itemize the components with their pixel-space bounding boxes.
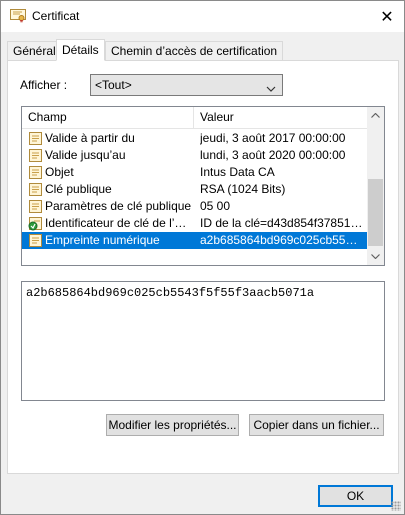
certificate-field-icon [28,199,43,214]
row-field: Empreinte numérique [45,233,160,247]
list-row[interactable]: Valide à partir du jeudi, 3 août 2017 00… [22,130,367,147]
close-button[interactable]: ✕ [370,1,404,32]
list-scrollbar[interactable] [367,107,384,265]
list-row-selected[interactable]: Empreinte numérique a2b685864bd969c025cb… [22,232,367,249]
row-value: lundi, 3 août 2020 00:00:00 [200,148,346,162]
tab-general[interactable]: Général [7,41,62,61]
show-dropdown-value: <Tout> [95,78,132,92]
certificate-icon [10,9,26,23]
list-header: Champ Valeur [22,107,367,129]
row-value: ID de la clé=d43d854f37851f4... [200,216,364,230]
row-field: Clé publique [45,182,112,196]
column-header-field[interactable]: Champ [28,110,67,124]
row-field: Paramètres de clé publique [45,199,192,213]
row-value: RSA (1024 Bits) [200,182,286,196]
certificate-window: Certificat ✕ Général Détails Chemin d’ac… [0,0,405,515]
value-detail-textbox[interactable]: a2b685864bd969c025cb5543f5f55f3aacb5071a [21,281,385,401]
certificate-field-icon [28,165,43,180]
list-row[interactable]: Objet Intus Data CA [22,164,367,181]
edit-properties-button[interactable]: Modifier les propriétés... [106,414,239,436]
scroll-down-button[interactable] [367,248,384,265]
chevron-down-icon [371,252,380,261]
chevron-down-icon [266,81,276,95]
resize-grip[interactable] [391,501,401,511]
show-label: Afficher : [20,78,68,92]
row-value: Intus Data CA [200,165,275,179]
certificate-field-icon [28,182,43,197]
close-icon: ✕ [380,8,394,26]
title-bar[interactable]: Certificat ✕ [1,1,404,32]
show-dropdown[interactable]: <Tout> [90,74,283,96]
certificate-field-icon [28,233,43,248]
tab-certification-path[interactable]: Chemin d’accès de certification [105,41,284,61]
row-value: 05 00 [200,199,231,213]
row-field: Valide à partir du [45,131,135,145]
row-value: jeudi, 3 août 2017 00:00:00 [200,131,346,145]
tab-strip: Général Détails Chemin d’accès de certif… [7,39,399,61]
list-row[interactable]: Paramètres de clé publique 05 00 [22,198,367,215]
certificate-field-icon [28,148,43,163]
list-row[interactable]: Identificateur de clé de l’aut... ID de … [22,215,367,232]
fields-list[interactable]: Champ Valeur Valide à partir du jeudi, 3… [21,106,385,266]
column-header-value[interactable]: Valeur [200,110,234,124]
details-panel: Afficher : <Tout> Champ Valeur Valide à … [7,60,399,474]
list-row[interactable]: Clé publique RSA (1024 Bits) [22,181,367,198]
row-field: Identificateur de clé de l’aut... [45,216,193,230]
column-divider[interactable] [193,107,194,129]
row-field: Valide jusqu’au [45,148,126,162]
row-value: a2b685864bd969c025cb5543f... [200,233,364,247]
scroll-thumb[interactable] [368,179,383,246]
value-detail-text[interactable]: a2b685864bd969c025cb5543f5f55f3aacb5071a [26,286,314,300]
certificate-extension-icon [28,216,43,231]
list-row[interactable]: Valide jusqu’au lundi, 3 août 2020 00:00… [22,147,367,164]
copy-to-file-button[interactable]: Copier dans un fichier... [249,414,384,436]
window-title: Certificat [32,9,80,23]
scroll-up-button[interactable] [367,107,384,124]
row-field: Objet [45,165,74,179]
ok-button[interactable]: OK [318,485,393,507]
chevron-up-icon [371,111,380,120]
certificate-field-icon [28,131,43,146]
tab-details[interactable]: Détails [56,39,105,61]
